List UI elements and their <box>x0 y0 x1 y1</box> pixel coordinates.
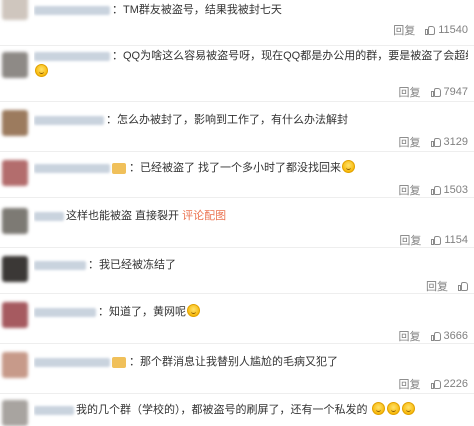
member-badge-icon <box>112 356 126 368</box>
like-button[interactable]: 11540 <box>425 24 468 36</box>
crying-emoji-icon <box>35 64 48 77</box>
reply-button[interactable]: 回复 <box>399 182 421 198</box>
avatar[interactable] <box>2 352 28 378</box>
username[interactable] <box>34 51 110 61</box>
comment-text: 这样也能被盗 直接裂开 <box>66 210 180 222</box>
avatar[interactable] <box>2 0 28 20</box>
like-count: 3129 <box>443 136 468 148</box>
username[interactable] <box>34 357 110 367</box>
reply-button[interactable]: 回复 <box>426 278 448 294</box>
comment-item: 这样也能被盗 直接裂开 评论配图 回复 1154 <box>0 198 474 248</box>
reply-button[interactable]: 回复 <box>393 22 415 38</box>
sad-emoji-icon <box>187 304 200 317</box>
avatar[interactable] <box>2 302 28 328</box>
reply-button[interactable]: 回复 <box>399 376 421 392</box>
like-button[interactable]: 1154 <box>431 234 468 246</box>
crying-emoji-icon <box>401 402 415 415</box>
like-count: 1154 <box>444 234 468 246</box>
comment-text: 知道了，黄网呢 <box>109 306 186 318</box>
avatar[interactable] <box>2 110 28 136</box>
comment-text: 已经被盗了 找了一个多小时了都没找回来 <box>140 162 342 174</box>
crying-emoji-icon <box>342 160 356 173</box>
comment-item: ：QQ为啥这么容易被盗号呀，现在QQ都是办公用的群，要是被盗了会超级无敌麻烦 回… <box>0 46 474 102</box>
crying-emoji-icon <box>371 402 385 415</box>
username[interactable] <box>34 211 64 221</box>
like-count: 1503 <box>443 184 468 196</box>
avatar[interactable] <box>2 160 28 186</box>
comment-image-link[interactable]: 评论配图 <box>182 210 226 222</box>
like-count: 2226 <box>443 378 468 390</box>
like-button[interactable]: 1503 <box>430 184 468 196</box>
like-button[interactable]: 3129 <box>430 136 468 148</box>
thumbs-up-icon <box>458 281 468 291</box>
comment-item: ：已经被盗了 找了一个多小时了都没找回来 回复 1503 <box>0 152 474 198</box>
username[interactable] <box>34 115 104 125</box>
reply-button[interactable]: 回复 <box>399 134 421 150</box>
like-count: 3666 <box>443 330 468 342</box>
reply-button[interactable]: 回复 <box>399 84 421 100</box>
comment-text: TM群友被盗号，结果我被封七天 <box>123 4 282 16</box>
comment-text: 我已经被冻结了 <box>99 259 176 271</box>
comment-text: 那个群消息让我替别人尴尬的毛病又犯了 <box>140 356 338 368</box>
username[interactable] <box>34 5 110 15</box>
username[interactable] <box>34 163 110 173</box>
comment-item: 我的几个群（学校的），都被盗号的刷屏了，还有一个私发的 <box>0 394 474 426</box>
member-badge-icon <box>112 162 126 174</box>
thumbs-up-icon <box>430 185 441 195</box>
comment-text: 怎么办被封了，影响到工作了，有什么办法解封 <box>117 114 348 126</box>
like-button[interactable]: 2226 <box>430 378 468 390</box>
like-button[interactable]: 7947 <box>430 86 468 98</box>
crying-emoji-icon <box>386 402 400 415</box>
avatar[interactable] <box>2 256 28 282</box>
reply-button[interactable]: 回复 <box>399 328 421 344</box>
like-button[interactable] <box>458 281 468 291</box>
thumbs-up-icon <box>430 331 441 341</box>
thumbs-up-icon <box>430 137 441 147</box>
thumbs-up-icon <box>425 25 436 35</box>
thumbs-up-icon <box>430 87 441 97</box>
avatar[interactable] <box>2 400 28 426</box>
comment-text: QQ为啥这么容易被盗号呀，现在QQ都是办公用的群，要是被盗了会超级无敌麻烦 <box>123 50 468 62</box>
thumbs-up-icon <box>431 235 442 245</box>
like-count: 7947 <box>443 86 468 98</box>
avatar[interactable] <box>2 52 28 78</box>
like-button[interactable]: 3666 <box>430 330 468 342</box>
reply-button[interactable]: 回复 <box>399 232 421 248</box>
avatar[interactable] <box>2 208 28 234</box>
comment-item: ：知道了，黄网呢 回复 3666 <box>0 294 474 344</box>
thumbs-up-icon <box>430 379 441 389</box>
username[interactable] <box>34 307 96 317</box>
username[interactable] <box>34 260 86 270</box>
username[interactable] <box>34 405 74 415</box>
comment-item: ：那个群消息让我替别人尴尬的毛病又犯了 回复 2226 <box>0 344 474 394</box>
comment-item: ：我已经被冻结了 回复 <box>0 248 474 294</box>
comment-text: 我的几个群（学校的），都被盗号的刷屏了，还有一个私发的 <box>76 404 368 416</box>
comment-item: ：TM群友被盗号，结果我被封七天 回复 11540 <box>0 0 474 46</box>
comment-item: ：怎么办被封了，影响到工作了，有什么办法解封 回复 3129 <box>0 102 474 152</box>
like-count: 11540 <box>438 24 468 36</box>
